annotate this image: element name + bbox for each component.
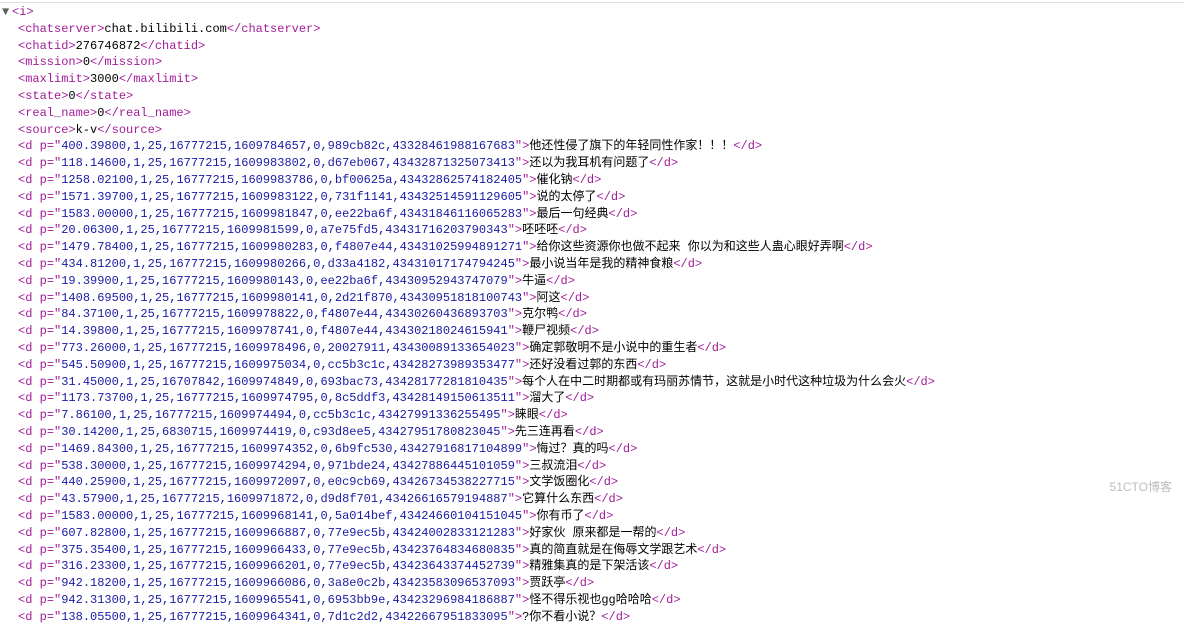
- danmaku-line: <d p="375.35400,1,25,16777215,1609966433…: [18, 542, 1184, 559]
- danmaku-line: <d p="942.31300,1,25,16777215,1609965541…: [18, 592, 1184, 609]
- maxlimit-line: <maxlimit>3000</maxlimit>: [18, 71, 1184, 88]
- danmaku-line: <d p="400.39800,1,25,16777215,1609784657…: [18, 138, 1184, 155]
- danmaku-line: <d p="538.30000,1,25,16777215,1609974294…: [18, 458, 1184, 475]
- danmaku-line: <d p="1583.00000,1,25,16777215,160998184…: [18, 206, 1184, 223]
- danmaku-line: <d p="43.57900,1,25,16777215,1609971872,…: [18, 491, 1184, 508]
- danmaku-line: <d p="1571.39700,1,25,16777215,160998312…: [18, 189, 1184, 206]
- danmaku-line: <d p="84.37100,1,25,16777215,1609978822,…: [18, 306, 1184, 323]
- chatserver-line: <chatserver>chat.bilibili.com</chatserve…: [18, 21, 1184, 38]
- danmaku-line: <d p="607.82800,1,25,16777215,1609966887…: [18, 525, 1184, 542]
- danmaku-line: <d p="434.81200,1,25,16777215,1609980266…: [18, 256, 1184, 273]
- xml-children: <chatserver>chat.bilibili.com</chatserve…: [0, 21, 1184, 626]
- danmaku-line: <d p="19.39900,1,25,16777215,1609980143,…: [18, 273, 1184, 290]
- state-line: <state>0</state>: [18, 88, 1184, 105]
- danmaku-line: <d p="1408.69500,1,25,16777215,160998014…: [18, 290, 1184, 307]
- watermark: 51CTO博客: [1110, 479, 1172, 496]
- source-line: <source>k-v</source>: [18, 122, 1184, 139]
- mission-line: <mission>0</mission>: [18, 54, 1184, 71]
- danmaku-line: <d p="1469.84300,1,25,16777215,160997435…: [18, 441, 1184, 458]
- danmaku-line: <d p="20.06300,1,25,16777215,1609981599,…: [18, 222, 1184, 239]
- danmaku-line: <d p="440.25900,1,25,16777215,1609972097…: [18, 474, 1184, 491]
- danmaku-line: <d p="773.26000,1,25,16777215,1609978496…: [18, 340, 1184, 357]
- danmaku-line: <d p="30.14200,1,25,6830715,1609974419,0…: [18, 424, 1184, 441]
- danmaku-line: <d p="31.45000,1,25,16707842,1609974849,…: [18, 374, 1184, 391]
- danmaku-line: <d p="138.05500,1,25,16777215,1609964341…: [18, 609, 1184, 626]
- collapse-toggle-icon[interactable]: ▼: [2, 4, 12, 21]
- danmaku-line: <d p="118.14600,1,25,16777215,1609983802…: [18, 155, 1184, 172]
- real_name-line: <real_name>0</real_name>: [18, 105, 1184, 122]
- danmaku-line: <d p="1173.73700,1,25,16777215,160997479…: [18, 390, 1184, 407]
- danmaku-line: <d p="7.86100,1,25,16777215,1609974494,0…: [18, 407, 1184, 424]
- danmaku-line: <d p="545.50900,1,25,16777215,1609975034…: [18, 357, 1184, 374]
- danmaku-line: <d p="1583.00000,1,25,16777215,160996814…: [18, 508, 1184, 525]
- danmaku-line: <d p="1258.02100,1,25,16777215,160998378…: [18, 172, 1184, 189]
- xml-root-open[interactable]: ▼<i>: [0, 4, 1184, 21]
- danmaku-line: <d p="1479.78400,1,25,16777215,160998028…: [18, 239, 1184, 256]
- chatid-line: <chatid>276746872</chatid>: [18, 38, 1184, 55]
- danmaku-line: <d p="14.39800,1,25,16777215,1609978741,…: [18, 323, 1184, 340]
- danmaku-line: <d p="316.23300,1,25,16777215,1609966201…: [18, 558, 1184, 575]
- danmaku-line: <d p="942.18200,1,25,16777215,1609966086…: [18, 575, 1184, 592]
